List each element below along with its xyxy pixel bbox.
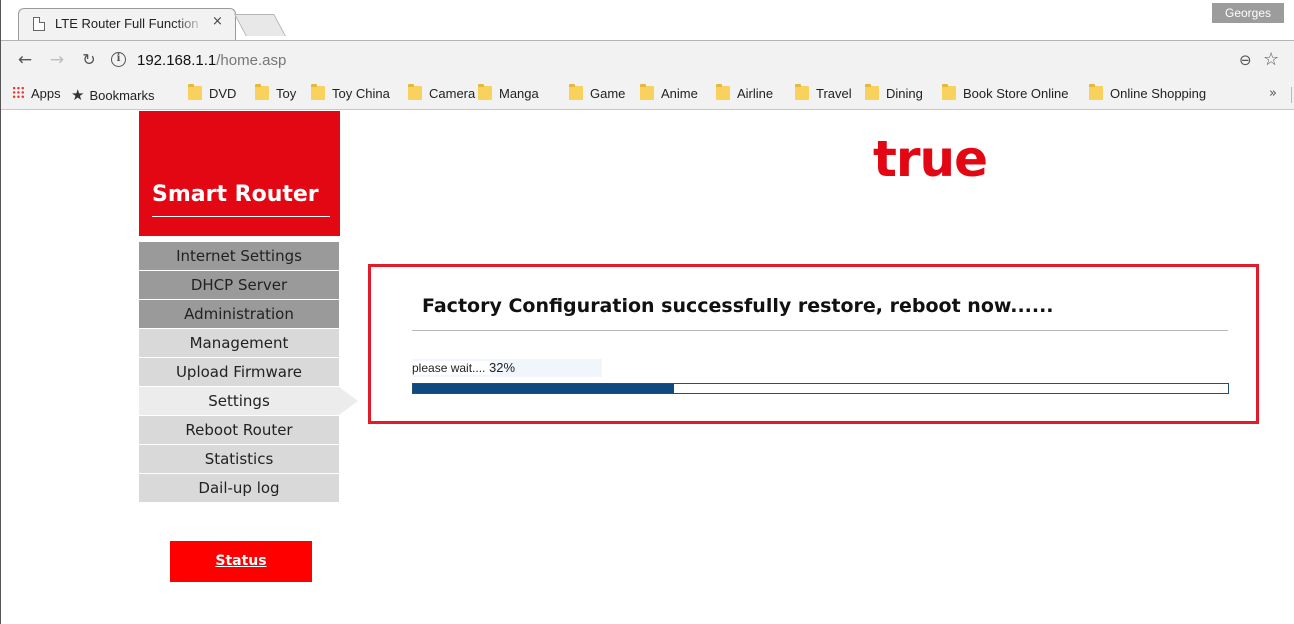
star-icon: ★ [71,87,85,104]
forward-arrow-icon[interactable]: → [47,49,67,71]
folder-icon [408,84,422,100]
bookmark-folder[interactable]: Anime [640,84,698,104]
sidebar-item-administration[interactable]: Administration [139,300,339,329]
bookmark-folder[interactable]: Travel [795,84,852,104]
bookmark-folder[interactable]: Camera [408,84,475,104]
divider [1291,87,1292,103]
divider [152,216,330,217]
bookmark-folder[interactable]: Online Shopping [1089,84,1206,104]
browser-tab[interactable]: LTE Router Full Function × [18,8,236,40]
sidebar-item-statistics[interactable]: Statistics [139,445,339,474]
close-icon[interactable]: × [212,14,223,29]
bookmark-folder[interactable]: Game [569,84,625,104]
progress-bar [412,383,1229,394]
brand-title: Smart Router [152,182,319,207]
bookmark-folder[interactable]: Toy [255,84,296,104]
zoom-icon[interactable]: ⊖ [1239,51,1252,69]
folder-icon [255,84,269,100]
folder-icon [865,84,879,100]
sidebar-item-upload-firmware[interactable]: Upload Firmware [139,358,339,387]
profile-button[interactable]: Georges [1212,3,1284,23]
back-arrow-icon[interactable]: ← [15,49,35,71]
wait-label: please wait.... [412,361,492,375]
apps-grid-icon [12,86,25,99]
bookmarks-bar: Apps ★ Bookmarks DVD Toy Toy China Camera… [1,80,1294,110]
bookmarks-overflow-icon[interactable]: » [1269,86,1277,101]
browser-tabstrip: LTE Router Full Function × Georges [0,0,1294,40]
new-tab-button[interactable] [234,14,286,36]
folder-icon [640,84,654,100]
folder-icon [311,84,325,100]
bookmark-folder[interactable]: DVD [188,84,236,104]
folder-icon [1089,84,1103,100]
address-bar[interactable]: i 192.168.1.1/home.asp ⊖ ☆ [107,49,1287,73]
bookmark-bookmarks[interactable]: ★ Bookmarks [71,86,154,104]
url-text[interactable]: 192.168.1.1/home.asp [137,52,286,69]
divider [412,330,1228,331]
reload-icon[interactable]: ↻ [79,49,99,71]
wait-status: please wait.... 32% [412,359,602,377]
brand-banner: Smart Router [139,111,340,236]
sidebar-item-settings[interactable]: Settings [139,387,358,416]
sidebar-menu: Internet Settings DHCP Server Administra… [139,242,358,503]
folder-icon [942,84,956,100]
reboot-panel: Factory Configuration successfully resto… [368,264,1259,424]
bookmark-folder[interactable]: Dining [865,84,923,104]
bookmark-star-icon[interactable]: ☆ [1263,49,1279,70]
sidebar-item-dhcp-server[interactable]: DHCP Server [139,271,339,300]
bookmark-folder[interactable]: Toy China [311,84,390,104]
folder-icon [569,84,583,100]
sidebar-item-management[interactable]: Management [139,329,339,358]
sidebar-item-reboot-router[interactable]: Reboot Router [139,416,339,445]
sidebar-item-dialup-log[interactable]: Dail-up log [139,474,339,503]
sidebar-item-internet-settings[interactable]: Internet Settings [139,242,339,271]
bookmark-folder[interactable]: Airline [716,84,773,104]
bookmark-apps[interactable]: Apps [12,86,61,104]
progress-percent: 32% [489,360,516,375]
page-icon [33,17,45,31]
browser-toolbar: ← → ↻ i 192.168.1.1/home.asp ⊖ ☆ [1,40,1294,80]
folder-icon [478,84,492,100]
panel-heading: Factory Configuration successfully resto… [422,295,1054,317]
progress-fill [413,384,674,393]
folder-icon [188,84,202,100]
bookmark-folder[interactable]: Book Store Online [942,84,1069,104]
bookmark-folder[interactable]: Manga [478,84,539,104]
folder-icon [795,84,809,100]
true-logo: true [873,130,988,188]
tab-title: LTE Router Full Function [55,16,199,31]
status-button[interactable]: Status [170,541,312,582]
info-icon[interactable]: i [111,52,126,67]
folder-icon [716,84,730,100]
